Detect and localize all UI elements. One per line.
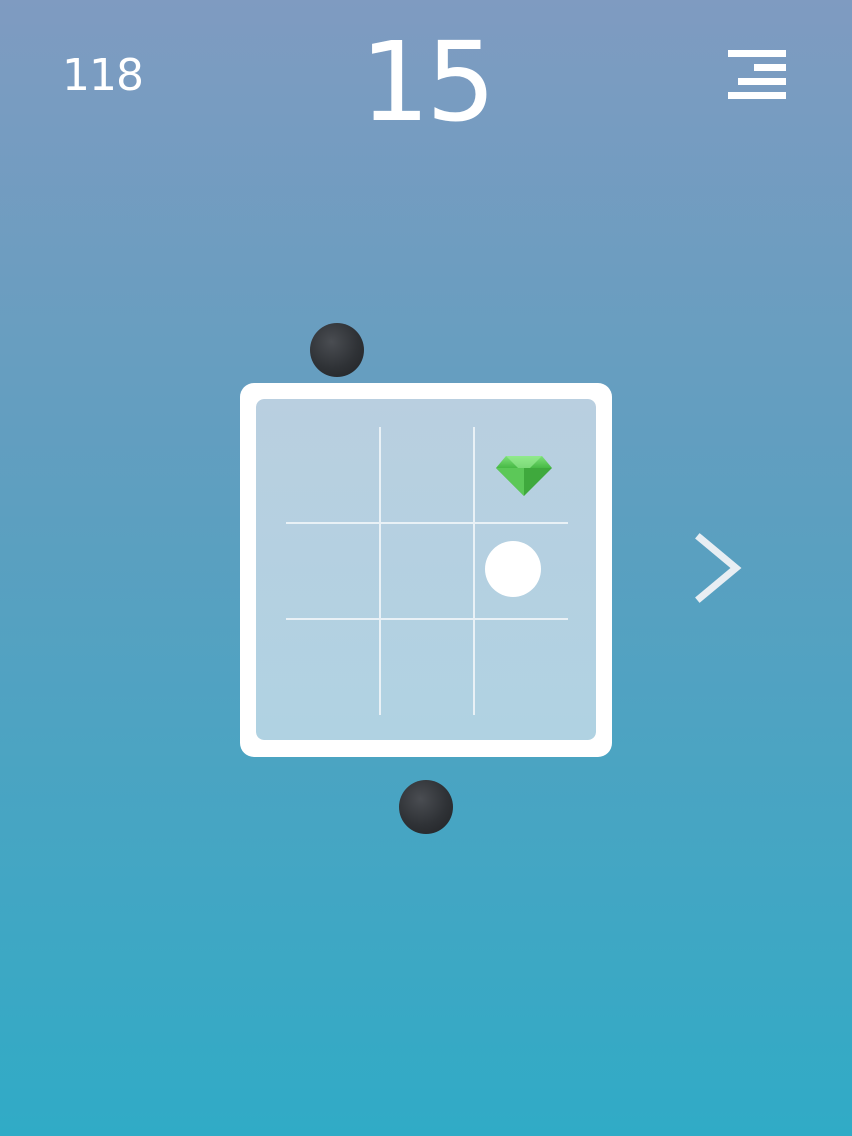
score-display: 15 — [360, 18, 496, 146]
gem-counter: 118 — [62, 50, 144, 101]
game-screen: 118 15 — [0, 0, 852, 1136]
chevron-right-icon[interactable] — [690, 532, 746, 604]
enemy-ball-top — [310, 323, 364, 377]
board-grid[interactable] — [256, 399, 596, 740]
game-board[interactable] — [240, 383, 612, 757]
player-ball — [485, 541, 541, 597]
menu-icon[interactable] — [722, 48, 792, 104]
enemy-ball-bottom — [399, 780, 453, 834]
